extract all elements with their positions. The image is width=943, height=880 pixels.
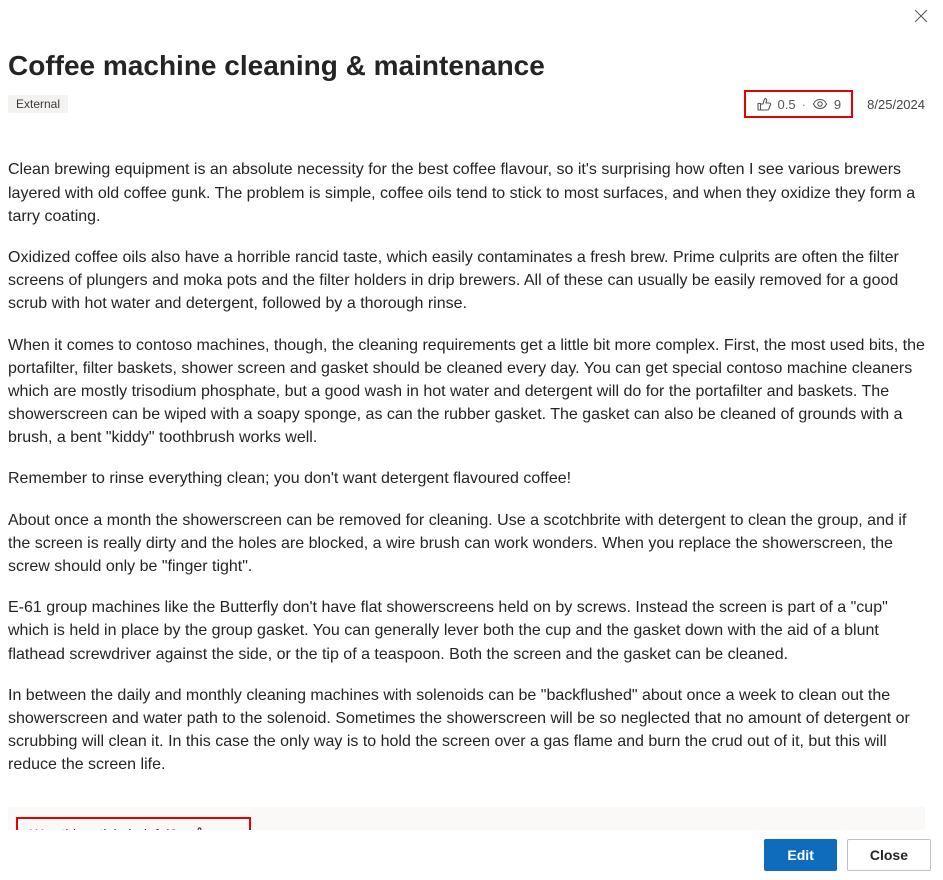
visibility-tag: External [8, 95, 68, 113]
feedback-highlight: Was this article helpful? [16, 817, 251, 830]
meta-block: 0.5 · 9 8/25/2024 [744, 90, 926, 118]
body-paragraph: Clean brewing equipment is an absolute n… [8, 158, 925, 228]
edit-button[interactable]: Edit [764, 839, 836, 871]
content-scroll[interactable]: Coffee machine cleaning & maintenance Ex… [0, 0, 933, 830]
header-meta-row: External 0.5 · [8, 90, 925, 118]
article-panel: Coffee machine cleaning & maintenance Ex… [0, 0, 943, 880]
close-button[interactable]: Close [847, 839, 931, 871]
body-paragraph: Oxidized coffee oils also have a horribl… [8, 246, 925, 316]
eye-icon [812, 96, 828, 112]
body-paragraph: When it comes to contoso machines, thoug… [8, 334, 925, 450]
helpful-score: 0.5 [778, 97, 796, 112]
separator-dot: · [802, 97, 806, 112]
footer-actions: Edit Close [0, 830, 943, 880]
feedback-bar: Was this article helpful? [8, 807, 925, 830]
body-paragraph: E-61 group machines like the Butterfly d… [8, 596, 925, 666]
stats-highlight: 0.5 · 9 [744, 90, 854, 118]
publish-date: 8/25/2024 [867, 97, 925, 112]
thumb-up-icon [756, 96, 772, 112]
article-title: Coffee machine cleaning & maintenance [8, 48, 925, 84]
body-paragraph: In between the daily and monthly cleanin… [8, 684, 925, 777]
body-paragraph: Remember to rinse everything clean; you … [8, 467, 925, 490]
view-count: 9 [834, 97, 841, 112]
article-body: Clean brewing equipment is an absolute n… [8, 158, 925, 776]
body-paragraph: About once a month the showerscreen can … [8, 509, 925, 579]
